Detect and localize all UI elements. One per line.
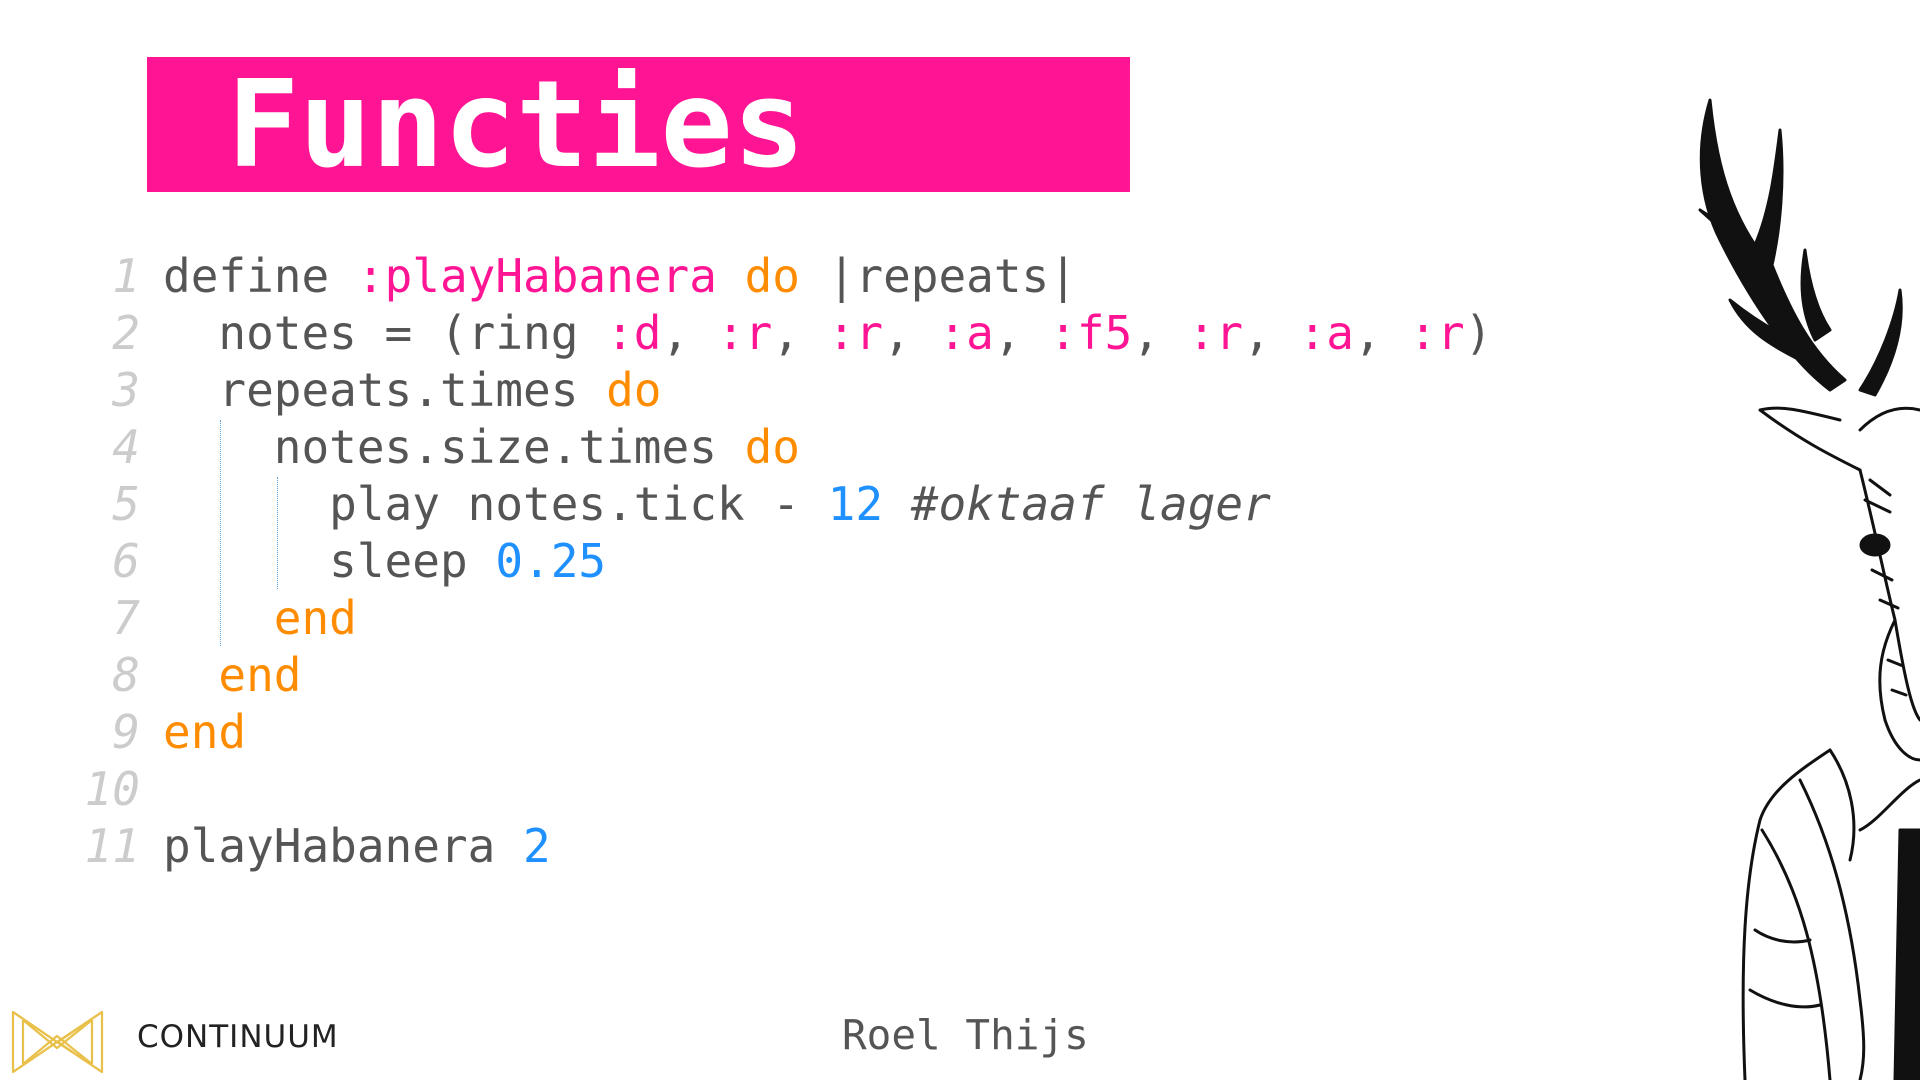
code-line: 3 repeats.times do <box>0 362 1560 419</box>
code-token: end <box>273 591 357 645</box>
code-token: :playHabanera <box>356 249 717 303</box>
code-text: notes.size.times do <box>163 419 800 476</box>
code-line: 1 define :playHabanera do |repeats| <box>0 248 1560 305</box>
code-token: notes = (ring <box>163 306 607 360</box>
code-token: , <box>993 306 1050 360</box>
line-number: 9 <box>112 705 140 759</box>
code-text: play notes.tick - 12 #oktaaf lager <box>163 476 1271 533</box>
code-token: , <box>1353 306 1410 360</box>
line-number: 1 <box>112 249 140 303</box>
line-number: 3 <box>112 363 140 417</box>
code-text: repeats.times do <box>163 362 662 419</box>
code-token: :r <box>1409 306 1465 360</box>
code-token: :f5 <box>1049 306 1133 360</box>
code-token: end <box>163 705 247 759</box>
line-number: 8 <box>112 648 140 702</box>
continuum-logo-icon <box>11 1010 104 1074</box>
code-token: 12 <box>827 477 884 531</box>
code-token: :r <box>1187 306 1244 360</box>
line-number: 7 <box>112 591 140 645</box>
code-line: 8 end <box>0 647 1560 704</box>
indent-guide <box>277 477 278 589</box>
code-line: 7 end <box>0 590 1560 647</box>
code-line: 2 notes = (ring :d, :r, :r, :a, :f5, :r,… <box>0 305 1560 362</box>
code-line: 10 <box>0 761 1560 818</box>
code-token: :a <box>938 306 994 360</box>
code-token: , <box>883 306 939 360</box>
author-name: Roel Thijs <box>842 1011 1089 1059</box>
indent-guide <box>220 420 221 646</box>
code-token: :r <box>827 306 884 360</box>
code-token: do <box>606 363 662 417</box>
code-line: 4 notes.size.times do <box>0 419 1560 476</box>
line-number: 10 <box>84 762 140 816</box>
brand-name: CONTINUUM <box>137 1019 339 1055</box>
code-token: end <box>218 648 302 702</box>
code-block: 1 define :playHabanera do |repeats| 2 note… <box>0 248 1560 875</box>
deer-man-illustration <box>1698 98 1920 1080</box>
code-text: define :playHabanera do |repeats| <box>163 248 1077 305</box>
code-token: :r <box>716 306 773 360</box>
code-token: 0.25 <box>495 534 607 588</box>
code-token: |repeats| <box>800 249 1077 303</box>
code-line: 5 play notes.tick - 12 #oktaaf lager <box>0 476 1560 533</box>
code-token: do <box>744 249 800 303</box>
line-number: 4 <box>112 420 140 474</box>
code-token: sleep <box>163 534 496 588</box>
code-token: repeats.times <box>163 363 607 417</box>
code-line: 11 playHabanera 2 <box>0 818 1560 875</box>
code-token: play notes.tick - <box>163 477 828 531</box>
code-token: define <box>163 249 357 303</box>
code-text: playHabanera 2 <box>163 818 551 875</box>
code-token: notes.size.times <box>163 420 745 474</box>
code-token: :d <box>606 306 662 360</box>
code-token: , <box>772 306 828 360</box>
code-token: :a <box>1298 306 1354 360</box>
title-banner: Functies <box>147 56 1130 195</box>
code-token: ) <box>1464 306 1493 360</box>
line-number: 11 <box>84 819 140 873</box>
code-token: playHabanera <box>163 819 524 873</box>
code-text: end <box>163 647 301 704</box>
code-token: , <box>1243 306 1299 360</box>
slide-title: Functies <box>227 56 805 195</box>
code-text: end <box>163 704 246 761</box>
code-token: #oktaaf lager <box>910 477 1271 531</box>
code-text: sleep 0.25 <box>163 533 606 590</box>
code-token: , <box>661 306 717 360</box>
code-text: notes = (ring :d, :r, :r, :a, :f5, :r, :… <box>163 305 1492 362</box>
code-token: , <box>1132 306 1188 360</box>
code-line: 9 end <box>0 704 1560 761</box>
code-token: 2 <box>523 819 551 873</box>
code-text: end <box>163 590 357 647</box>
code-line: 6 sleep 0.25 <box>0 533 1560 590</box>
line-number: 5 <box>112 477 140 531</box>
line-number: 6 <box>112 534 140 588</box>
code-token: do <box>744 420 800 474</box>
line-number: 2 <box>112 306 140 360</box>
